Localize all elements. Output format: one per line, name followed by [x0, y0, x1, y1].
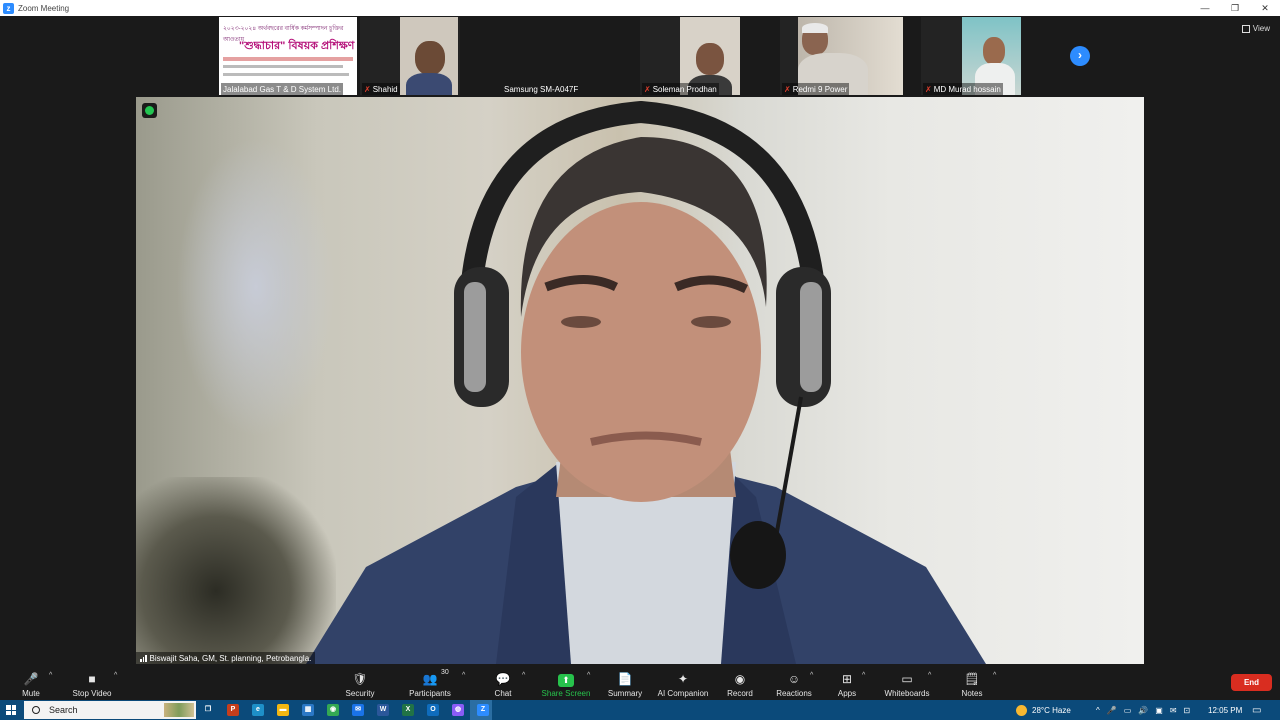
participants-icon: 👥 — [422, 672, 438, 686]
share-screen-icon: ⬆ — [558, 674, 574, 687]
reactions-button[interactable]: ☺ Reactions — [773, 666, 815, 698]
gallery-tile[interactable]: ✗ Soleman Prodhan — [640, 17, 740, 95]
zoom-icon[interactable]: Z — [477, 704, 489, 716]
gallery-next-button[interactable]: › — [1070, 46, 1090, 66]
sparkle-icon: ✦ — [677, 672, 689, 686]
reactions-options-caret[interactable]: ^ — [810, 672, 813, 679]
microsoft-store-icon[interactable]: ▦ — [302, 704, 314, 716]
apps-button[interactable]: ⊞ Apps — [832, 666, 862, 698]
gallery-tile[interactable]: ✗ Redmi 9 Power — [780, 17, 903, 95]
notes-icon: 🗒 — [964, 672, 980, 686]
stop-video-button[interactable]: ■ Stop Video — [70, 666, 114, 698]
search-highlight-image — [164, 703, 194, 717]
clock[interactable]: 12:05 PM — [1208, 700, 1242, 720]
signal-bars-icon — [140, 654, 147, 662]
search-icon — [32, 706, 40, 714]
task-view-icon[interactable]: ❐ — [202, 704, 214, 716]
chrome-icon[interactable]: ◉ — [327, 704, 339, 716]
microphone-tray-icon[interactable]: 🎤 — [1107, 706, 1117, 715]
chat-icon: 💬 — [495, 672, 511, 686]
share-options-caret[interactable]: ^ — [587, 672, 590, 679]
window-title-bar: z Zoom Meeting — ❐ ✕ — [0, 0, 1280, 16]
notes-options-caret[interactable]: ^ — [993, 672, 996, 679]
muted-mic-icon: ✗ — [925, 84, 932, 94]
outlook-icon[interactable]: O — [427, 704, 439, 716]
volume-icon[interactable]: 🔊 — [1138, 706, 1148, 715]
taskbar-search-box[interactable]: Search — [24, 701, 196, 719]
shield-icon: 🛡 — [352, 672, 368, 686]
apps-icon: ⊞ — [841, 672, 853, 686]
participant-name-label: ✗ Shahid — [362, 83, 400, 95]
weather-widget[interactable]: 28°C Haze — [1016, 700, 1071, 720]
powerpoint-icon[interactable]: P — [227, 704, 239, 716]
video-camera-icon: ■ — [88, 672, 96, 686]
network-icon[interactable]: ▭ — [1124, 706, 1132, 715]
weather-sun-icon — [1016, 704, 1027, 716]
gallery-tile[interactable]: ✗ MD Murad hossain — [921, 17, 1021, 95]
participant-name-label: ✗ Soleman Prodhan — [642, 83, 719, 95]
summary-button[interactable]: 📄 Summary — [605, 666, 645, 698]
whiteboard-icon: ▭ — [901, 672, 913, 686]
chat-options-caret[interactable]: ^ — [522, 672, 525, 679]
file-explorer-icon[interactable]: ▬ — [277, 704, 289, 716]
restore-button[interactable]: ❐ — [1220, 0, 1250, 16]
mail-tray-icon[interactable]: ✉ — [1170, 706, 1177, 715]
security-button[interactable]: 🛡 Security — [340, 666, 380, 698]
speaker-figure — [306, 100, 986, 664]
record-button[interactable]: ◉ Record — [724, 666, 756, 698]
antivirus-tray-icon[interactable]: ⊡ — [1184, 706, 1191, 715]
zoom-app-icon: z — [3, 2, 14, 14]
system-tray: ^ 🎤 ▭ 🔊 ▣ ✉ ⊡ — [1096, 700, 1190, 720]
close-button[interactable]: ✕ — [1250, 0, 1280, 16]
apps-options-caret[interactable]: ^ — [862, 672, 865, 679]
video-options-caret[interactable]: ^ — [114, 672, 117, 679]
participant-name-label: Samsung SM-A047F — [504, 84, 579, 94]
end-meeting-button[interactable]: End — [1231, 674, 1272, 691]
speaker-name-label: Biswajit Saha, GM, St. planning, Petroba… — [136, 652, 316, 664]
active-speaker-video — [136, 97, 1144, 664]
poster-title: "শুদ্ধাচার" বিষয়ক প্রশিক্ষণ — [239, 40, 355, 52]
whiteboards-options-caret[interactable]: ^ — [928, 672, 931, 679]
window-title: Zoom Meeting — [18, 3, 70, 13]
mail-icon[interactable]: ✉ — [352, 704, 364, 716]
ai-companion-button[interactable]: ✦ AI Companion — [655, 666, 711, 698]
show-hidden-icons-icon[interactable]: ^ — [1096, 706, 1100, 715]
word-icon[interactable]: W — [377, 704, 389, 716]
windows-taskbar: Search ❐ Pe ▬ ▦ ◉ ✉ W X O ◍ Z 28°C Haze ^ 🎤 ▭ 🔊 ▣ … — [0, 700, 1280, 720]
chat-button[interactable]: 💬 Chat — [488, 666, 518, 698]
battery-icon[interactable]: ▣ — [1155, 706, 1163, 715]
muted-mic-icon: ✗ — [644, 84, 651, 94]
participant-name-label: ✗ MD Murad hossain — [923, 83, 1003, 95]
participant-name-label: ✗ Redmi 9 Power — [782, 83, 850, 95]
participants-options-caret[interactable]: ^ — [462, 672, 465, 679]
notes-button[interactable]: 🗒 Notes — [956, 666, 988, 698]
gallery-tile[interactable]: ✗ Shahid — [360, 17, 460, 95]
copilot-icon[interactable]: ◍ — [452, 704, 464, 716]
record-icon: ◉ — [734, 672, 746, 686]
share-screen-button[interactable]: ⬆ Share Screen — [540, 666, 592, 698]
encryption-shield-icon[interactable] — [142, 103, 157, 118]
summary-icon: 📄 — [617, 672, 633, 686]
microphone-icon: 🎤 — [23, 672, 39, 686]
minimize-button[interactable]: — — [1190, 0, 1220, 16]
participant-name-label: Jalalabad Gas T & D System Ltd. — [221, 83, 343, 95]
muted-mic-icon: ✗ — [364, 84, 371, 94]
gallery-tile[interactable]: ২০২৩-২০২৪ অর্থবছরের বার্ষিক কর্মসম্পাদন … — [219, 17, 357, 95]
muted-mic-icon: ✗ — [784, 84, 791, 94]
edge-icon[interactable]: e — [252, 704, 264, 716]
gallery-tile[interactable]: Samsung SM-A047F — [500, 17, 620, 95]
excel-icon[interactable]: X — [402, 704, 414, 716]
windows-start-icon[interactable] — [6, 705, 16, 715]
participant-count: 30 — [441, 669, 449, 676]
whiteboards-button[interactable]: ▭ Whiteboards — [880, 666, 934, 698]
meeting-toolbar: 🎤 Mute ^ ■ Stop Video ^ 🛡 Security 👥 Par… — [0, 664, 1280, 700]
audio-options-caret[interactable]: ^ — [49, 672, 52, 679]
mute-button[interactable]: 🎤 Mute — [16, 666, 46, 698]
reactions-icon: ☺ — [787, 672, 801, 686]
notifications-icon[interactable]: ▭ — [1252, 700, 1261, 720]
